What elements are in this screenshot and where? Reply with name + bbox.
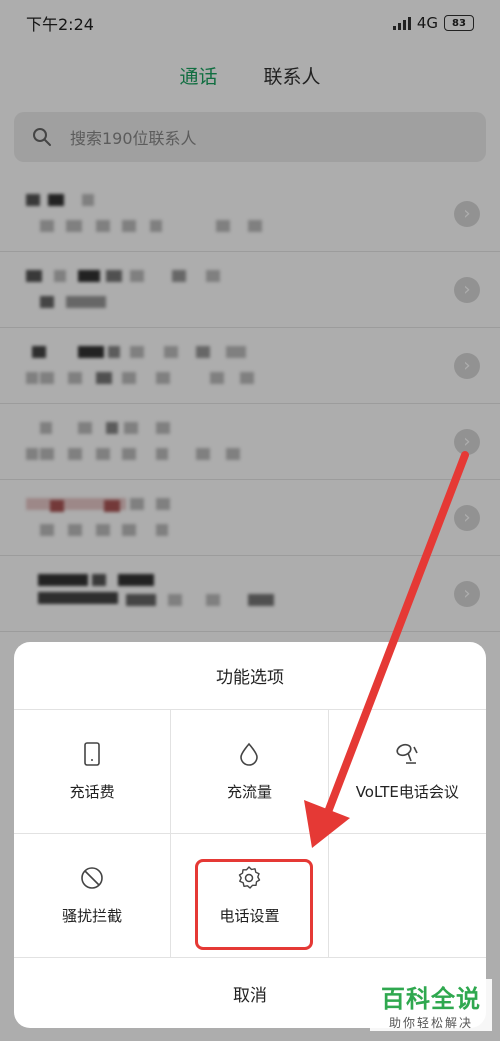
recharge-label: 充话费 [69, 783, 115, 801]
conference-call-icon [396, 743, 419, 764]
harassment-block-label: 骚扰拦截 [62, 907, 123, 925]
block-icon [81, 867, 103, 889]
data-recharge-button[interactable]: 充流量 [171, 710, 329, 834]
volte-conference-label: VoLTE电话会议 [355, 783, 459, 801]
volte-conference-button[interactable]: VoLTE电话会议 [328, 710, 486, 834]
sheet-title: 功能选项 [14, 642, 486, 710]
watermark-title: 百科全说 [381, 985, 481, 1013]
empty-cell [328, 834, 486, 958]
data-drop-icon [240, 742, 259, 766]
highlight-box [195, 859, 313, 950]
watermark-subtitle: 助你轻松解决 [388, 1016, 473, 1030]
recharge-button[interactable]: 充话费 [14, 710, 172, 834]
phone-recharge-icon [84, 742, 100, 766]
function-options-sheet: 功能选项 充话费 充流量 VoLTE电话会议 骚扰拦截 电话设置 取消 [14, 642, 486, 1028]
data-recharge-label: 充流量 [226, 783, 272, 801]
watermark-logo: 百科全说 助你轻松解决 [370, 979, 492, 1031]
harassment-block-button[interactable]: 骚扰拦截 [14, 834, 172, 958]
